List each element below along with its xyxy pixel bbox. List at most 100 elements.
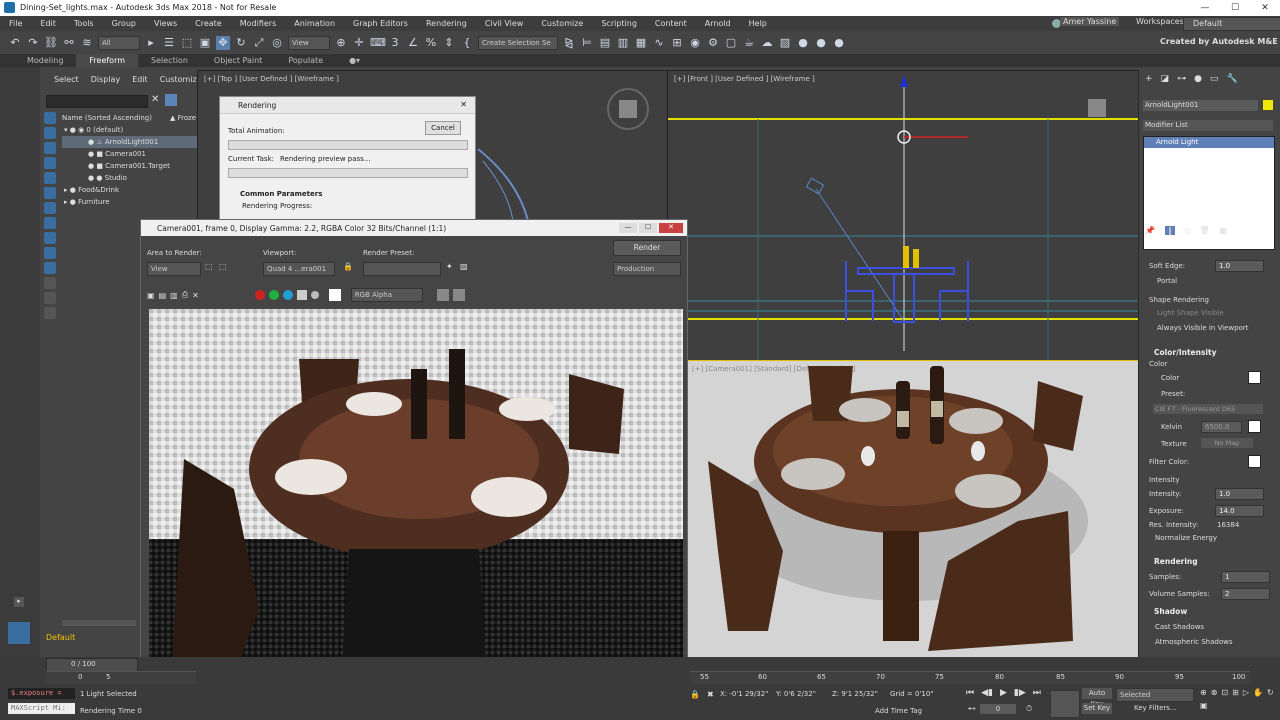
menu-views[interactable]: Views	[145, 19, 186, 28]
hierarchy-tab-icon[interactable]: ⊶	[1177, 74, 1186, 84]
utilities-tab-icon[interactable]: 🔧	[1226, 74, 1237, 84]
isolate-icon[interactable]: 🔒	[690, 690, 700, 699]
time-slider[interactable]: 0 / 100	[46, 658, 138, 672]
auto-key-button[interactable]: Auto Key	[1082, 688, 1112, 708]
atmospheric-shadows-checkbox[interactable]: Atmospheric Shadows	[1155, 638, 1233, 646]
kelvin-radio[interactable]: Kelvin	[1161, 423, 1182, 431]
zoom-extents-icon[interactable]: ⊡	[1221, 688, 1228, 697]
frame-close-button[interactable]: ✕	[659, 223, 683, 233]
redo-icon[interactable]: ↷	[26, 36, 40, 50]
play-icon[interactable]: ▶	[1000, 688, 1007, 698]
menu-animation[interactable]: Animation	[285, 19, 344, 28]
explorer-layout-icon[interactable]	[8, 622, 30, 644]
portal-checkbox[interactable]: Portal	[1157, 277, 1177, 285]
coord-z[interactable]: Z: 9'1 25/32"	[832, 690, 878, 698]
tree-row-camera-target[interactable]: ● ■ Camera001.Target	[62, 160, 197, 172]
menu-group[interactable]: Group	[103, 19, 145, 28]
time-config-icon[interactable]: ⏱	[1026, 704, 1032, 714]
menu-modifiers[interactable]: Modifiers	[231, 19, 286, 28]
tree-row-food-drink[interactable]: ▸ ● Food&Drink	[62, 184, 197, 196]
red-channel-icon[interactable]	[254, 290, 265, 300]
tree-row-furniture[interactable]: ▸ ● Furniture	[62, 196, 197, 208]
rendered-frame-window-icon[interactable]: ▢	[724, 36, 738, 50]
user-name[interactable]: Amer Yassine	[1060, 17, 1120, 26]
samples-spinner[interactable]: 1	[1221, 571, 1270, 583]
green-channel-icon[interactable]	[268, 290, 279, 300]
save-image-icon[interactable]: ▣	[147, 291, 155, 300]
exposure-spinner[interactable]: 14.0	[1215, 505, 1264, 517]
preset-dropdown[interactable]: CIE F7 - Fluorescent D65	[1153, 404, 1263, 414]
edit-region-icon[interactable]: ⬚	[205, 262, 213, 271]
arnold-icon-3[interactable]: ●	[832, 36, 846, 50]
scale-icon[interactable]: ⤢	[252, 36, 266, 50]
menu-scripting[interactable]: Scripting	[592, 19, 646, 28]
toggle-ui-icon[interactable]	[452, 289, 465, 301]
auto-region-icon[interactable]: ⬚	[219, 262, 227, 271]
alpha-channel-icon[interactable]	[296, 290, 307, 300]
menu-arnold[interactable]: Arnold	[696, 19, 740, 28]
froze-column-header[interactable]: ▲ Froze	[170, 114, 196, 122]
kelvin-spinner[interactable]: 6500.0	[1201, 421, 1242, 433]
frame-maximize-button[interactable]: ☐	[639, 223, 657, 233]
color-intensity-rollout[interactable]: Color/Intensity	[1154, 348, 1216, 357]
menu-content[interactable]: Content	[646, 19, 696, 28]
key-selection-dropdown[interactable]: Selected	[1116, 688, 1194, 702]
copy-image-icon[interactable]: ▤	[159, 291, 167, 300]
arnold-icon-2[interactable]: ●	[814, 36, 828, 50]
pin-stack-icon[interactable]: 📌	[1145, 226, 1155, 235]
current-frame-field[interactable]: 0	[980, 704, 1016, 714]
texture-radio[interactable]: Texture	[1161, 440, 1187, 448]
show-end-result-icon[interactable]: ‖	[1164, 226, 1175, 235]
layer-name[interactable]: Default	[46, 633, 75, 642]
production-dropdown[interactable]: Production	[613, 262, 681, 276]
normalize-energy-checkbox[interactable]: Normalize Energy	[1155, 534, 1217, 542]
orbit-icon[interactable]: ↻	[1267, 688, 1274, 697]
volume-samples-spinner[interactable]: 2	[1221, 588, 1270, 600]
menu-civil-view[interactable]: Civil View	[476, 19, 533, 28]
maximize-button[interactable]: ☐	[1220, 0, 1250, 16]
placement-icon[interactable]: ◎	[270, 36, 284, 50]
curve-editor-icon[interactable]: ∿	[652, 36, 666, 50]
menu-help[interactable]: Help	[740, 19, 776, 28]
lock-viewport-icon[interactable]: 🔒	[343, 262, 353, 271]
render-preset-dropdown[interactable]	[363, 262, 441, 276]
sort-column-header[interactable]: Name (Sorted Ascending)	[62, 114, 152, 122]
workspace-dropdown[interactable]: Default	[1183, 17, 1280, 31]
select-object-icon[interactable]: ▸	[144, 36, 158, 50]
remove-modifier-icon[interactable]: 🗑	[1199, 226, 1209, 235]
unlink-icon[interactable]: ⚯	[62, 36, 76, 50]
toggle-scene-explorer-icon[interactable]: ▤	[598, 36, 612, 50]
spinner-snap-icon[interactable]: ⇕	[442, 36, 456, 50]
edit-named-selection-icon[interactable]: {	[460, 36, 474, 50]
rendering-dialog-close[interactable]: ✕	[460, 100, 467, 109]
menu-customize[interactable]: Customize	[532, 19, 592, 28]
menu-create[interactable]: Create	[186, 19, 231, 28]
selection-filter-dropdown[interactable]: All	[98, 35, 140, 50]
mirror-icon[interactable]: ⧎	[562, 36, 576, 50]
render-setup-icon[interactable]: ⚙	[706, 36, 720, 50]
undo-icon[interactable]: ↶	[8, 36, 22, 50]
intensity-spinner[interactable]: 1.0	[1215, 488, 1264, 500]
zoom-all-icon[interactable]: ⊗	[1211, 688, 1218, 697]
soft-edge-spinner[interactable]: 1.0	[1215, 260, 1264, 272]
rendering-rollout[interactable]: Rendering	[1154, 557, 1198, 566]
keyboard-shortcut-icon[interactable]: ⌨	[370, 36, 386, 50]
viewport-dropdown[interactable]: Quad 4 ...era001	[263, 262, 335, 276]
common-parameters-rollout[interactable]: Common Parameters	[240, 190, 322, 198]
tree-row-camera[interactable]: ● ■ Camera001	[62, 148, 197, 160]
render-cloud-icon[interactable]: ☁	[760, 36, 774, 50]
object-name-field[interactable]: ArnoldLight001	[1143, 100, 1258, 111]
modify-tab-icon[interactable]: ◪	[1161, 74, 1170, 84]
light-color-swatch[interactable]	[1248, 371, 1261, 384]
display-hidden-icon[interactable]	[44, 292, 56, 304]
render-button[interactable]: Render	[613, 240, 681, 256]
object-color-swatch[interactable]	[1263, 100, 1273, 110]
snaps-icon[interactable]: 3	[388, 36, 402, 50]
display-frozen-icon[interactable]	[44, 277, 56, 289]
motion-tab-icon[interactable]: ●	[1194, 74, 1202, 84]
coord-y[interactable]: Y: 0'6 2/32"	[776, 690, 816, 698]
layer-explorer-icon[interactable]: ▥	[616, 36, 630, 50]
manipulate-icon[interactable]: ✛	[352, 36, 366, 50]
rotate-icon[interactable]: ↻	[234, 36, 248, 50]
select-by-name-icon[interactable]: ☰	[162, 36, 176, 50]
